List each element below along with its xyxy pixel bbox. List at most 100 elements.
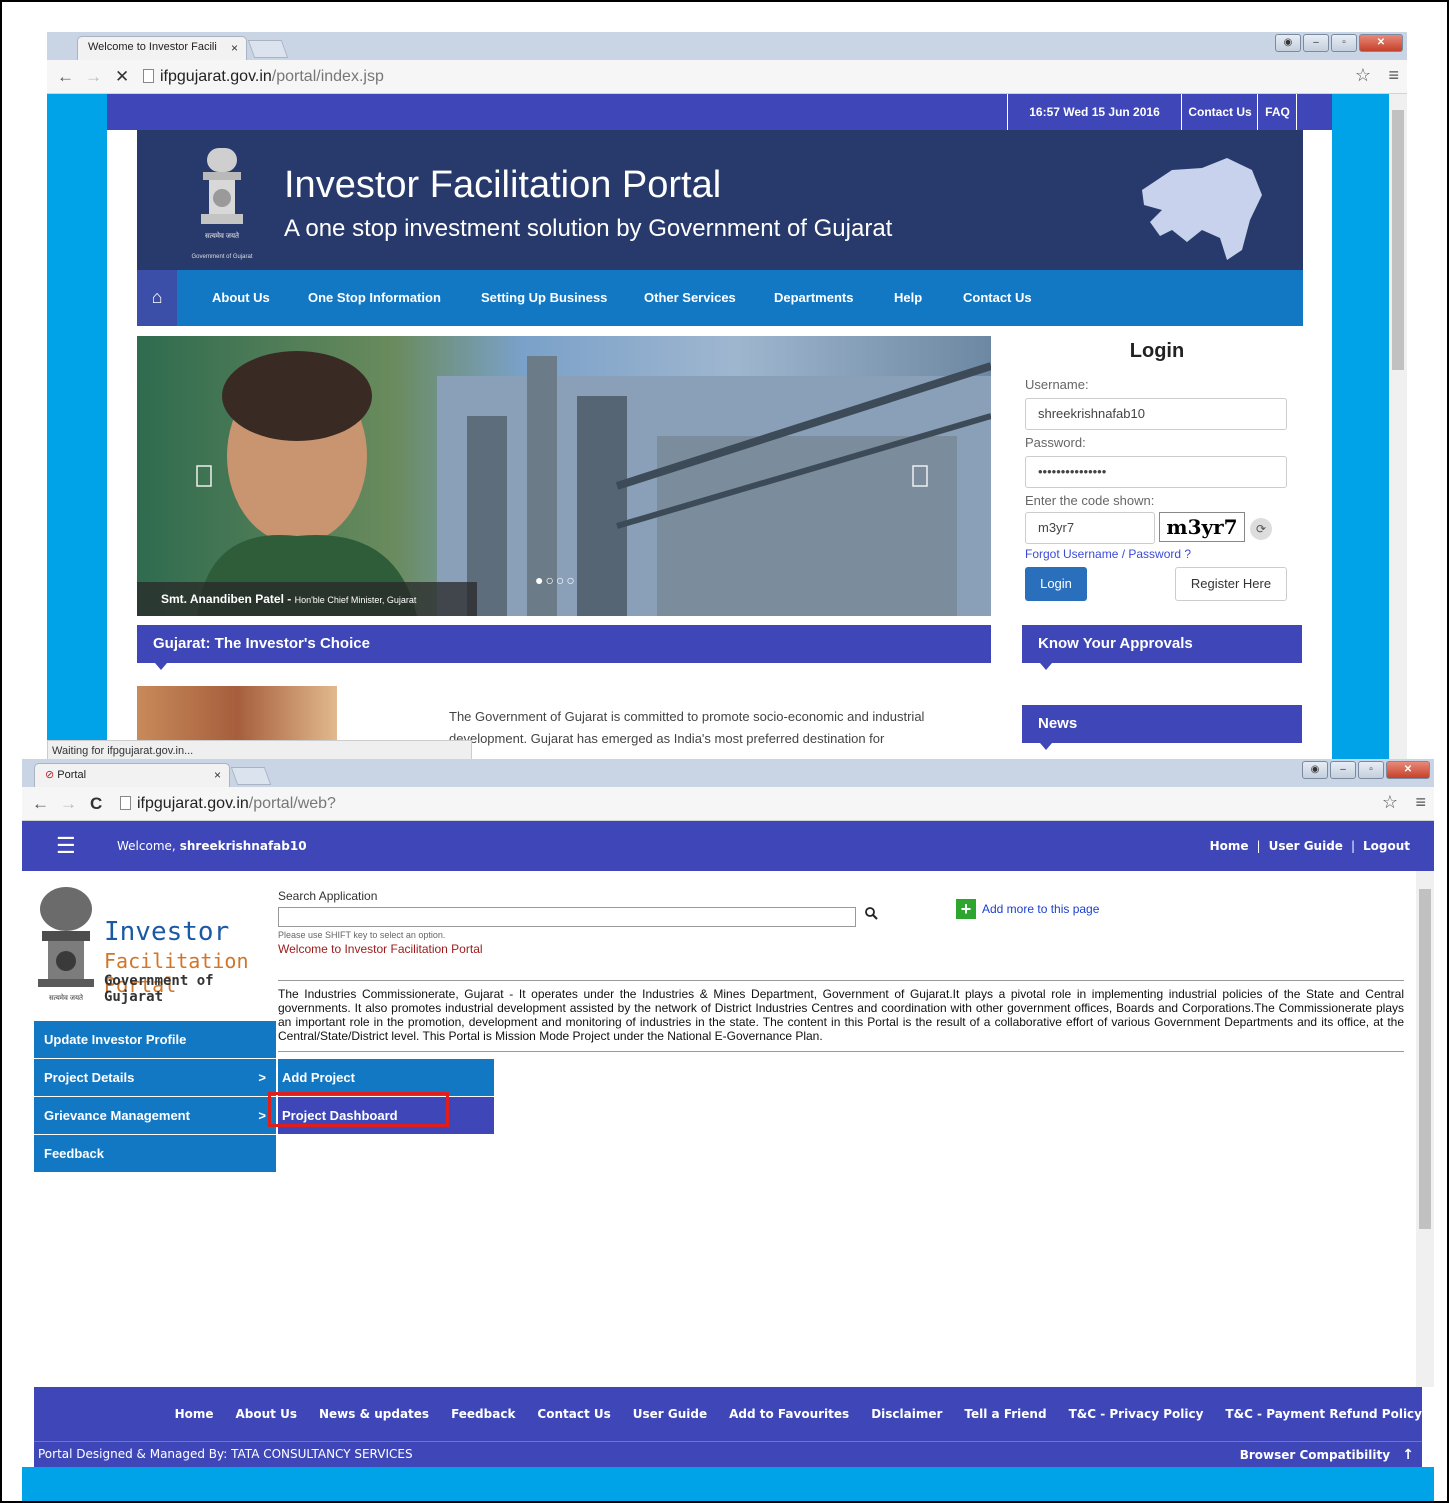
- vertical-scrollbar[interactable]: [1389, 94, 1407, 762]
- divider: [278, 980, 1404, 981]
- footer-tell-friend-link[interactable]: Tell a Friend: [964, 1407, 1046, 1421]
- faq-link[interactable]: FAQ: [1259, 94, 1297, 130]
- header-home-link[interactable]: Home: [1210, 839, 1249, 853]
- back-arrow-icon[interactable]: ←: [57, 67, 74, 87]
- stop-loading-icon[interactable]: ✕: [115, 67, 129, 87]
- header-logout-link[interactable]: Logout: [1363, 839, 1410, 853]
- search-input[interactable]: [278, 907, 856, 927]
- minimize-button[interactable]: –: [1303, 34, 1329, 52]
- nav-setting-up-business[interactable]: Setting Up Business: [481, 270, 607, 326]
- menu-grievance-management[interactable]: Grievance Management >: [34, 1097, 276, 1135]
- footer-refund-link[interactable]: T&C - Payment Refund Policy: [1225, 1407, 1422, 1421]
- user-icon[interactable]: ◉: [1275, 34, 1301, 52]
- close-window-button[interactable]: ✕: [1359, 34, 1403, 52]
- footer-contact-link[interactable]: Contact Us: [537, 1407, 610, 1421]
- address-bar[interactable]: ifpgujarat.gov.in/portal/web?: [120, 792, 336, 816]
- address-bar[interactable]: ifpgujarat.gov.in/portal/index.jsp: [143, 65, 384, 89]
- logo-line-1: Investor: [104, 917, 230, 947]
- bookmark-star-icon[interactable]: ☆: [1355, 65, 1371, 86]
- bookmark-star-icon[interactable]: ☆: [1382, 792, 1398, 813]
- forward-arrow-icon[interactable]: →: [85, 67, 102, 87]
- browser-window-1: Welcome to Investor Facili × ◉ – ▫ ✕ ← →…: [47, 32, 1407, 762]
- footer-feedback-link[interactable]: Feedback: [451, 1407, 515, 1421]
- footer-credit: Portal Designed & Managed By: TATA CONSU…: [38, 1447, 413, 1461]
- footer-home-link[interactable]: Home: [175, 1407, 214, 1421]
- refresh-captcha-icon[interactable]: ⟳: [1250, 518, 1272, 540]
- nav-help[interactable]: Help: [894, 270, 922, 326]
- footer-disclaimer-link[interactable]: Disclaimer: [871, 1407, 942, 1421]
- username-input[interactable]: shreekrishnafab10: [1025, 398, 1287, 430]
- search-hint: Please use SHIFT key to select an option…: [278, 930, 446, 940]
- menu-icon[interactable]: ≡: [1415, 792, 1426, 813]
- emblem-caption: Government of Gujarat: [191, 254, 253, 260]
- header-user-guide-link[interactable]: User Guide: [1269, 839, 1343, 853]
- menu-icon[interactable]: ≡: [1388, 65, 1399, 86]
- tab-close-icon[interactable]: ×: [231, 41, 238, 55]
- new-tab-button[interactable]: [230, 767, 272, 785]
- screenshot-frame: Welcome to Investor Facili × ◉ – ▫ ✕ ← →…: [0, 0, 1449, 1503]
- know-approvals-header[interactable]: Know Your Approvals: [1022, 625, 1302, 670]
- menu-feedback[interactable]: Feedback: [34, 1135, 276, 1173]
- page-viewport: ☰ Welcome, shreekrishnafab10 Home | User Gu…: [22, 821, 1434, 1501]
- footer-favourites-link[interactable]: Add to Favourites: [729, 1407, 849, 1421]
- welcome-label: Welcome,: [117, 839, 176, 853]
- register-button[interactable]: Register Here: [1175, 567, 1287, 601]
- browser-window-2: ⊘ Portal × ◉ – ▫ ✕ ← → C ifpgujarat.gov.…: [22, 759, 1434, 1501]
- news-header: News: [1022, 705, 1302, 750]
- menu-update-investor-profile[interactable]: Update Investor Profile: [34, 1021, 276, 1059]
- maximize-button[interactable]: ▫: [1331, 34, 1357, 52]
- scrollbar-thumb[interactable]: [1419, 889, 1431, 1229]
- window-controls: ◉ – ▫ ✕: [1302, 761, 1430, 781]
- add-more-link[interactable]: + Add more to this page: [956, 899, 1099, 919]
- reload-icon[interactable]: C: [90, 794, 102, 814]
- window-controls: ◉ – ▫ ✕: [1275, 34, 1403, 54]
- portal-header: ☰ Welcome, shreekrishnafab10 Home | User Gu…: [22, 821, 1434, 871]
- login-button[interactable]: Login: [1025, 567, 1087, 601]
- footer-news-link[interactable]: News & updates: [319, 1407, 429, 1421]
- browser-tab-portal[interactable]: ⊘ Portal ×: [34, 763, 230, 787]
- minimize-button[interactable]: –: [1330, 761, 1356, 779]
- nav-departments[interactable]: Departments: [774, 270, 853, 326]
- up-arrow-icon[interactable]: ↑: [1402, 1447, 1414, 1463]
- maximize-button[interactable]: ▫: [1358, 761, 1384, 779]
- footer-privacy-link[interactable]: T&C - Privacy Policy: [1069, 1407, 1204, 1421]
- search-icon[interactable]: [862, 906, 880, 924]
- gujarat-map-icon: [1142, 158, 1262, 260]
- vertical-scrollbar[interactable]: [1416, 871, 1434, 1387]
- tab-strip: Welcome to Investor Facili × ◉ – ▫ ✕: [47, 32, 1407, 60]
- scrollbar-thumb[interactable]: [1392, 110, 1404, 370]
- nav-one-stop-information[interactable]: One Stop Information: [308, 270, 441, 326]
- hamburger-menu-icon[interactable]: ☰: [56, 833, 76, 859]
- state-emblem: सत्यमेव जयते Government of Gujarat: [187, 142, 257, 260]
- browser-compat-label: Browser Compatibility: [1239, 1448, 1391, 1462]
- nav-other-services[interactable]: Other Services: [644, 270, 736, 326]
- forward-arrow-icon[interactable]: →: [60, 794, 77, 814]
- new-tab-button[interactable]: [247, 40, 289, 58]
- nav-contact-us[interactable]: Contact Us: [963, 270, 1032, 326]
- user-icon[interactable]: ◉: [1302, 761, 1328, 779]
- browser-compat[interactable]: Browser Compatibility ↑: [1240, 1447, 1414, 1463]
- forgot-credentials-link[interactable]: Forgot Username / Password ?: [1025, 547, 1191, 561]
- image-slider[interactable]: Smt. Anandiben Patel - Hon'ble Chief Min…: [137, 336, 991, 616]
- top-contact-link[interactable]: Contact Us: [1183, 94, 1258, 130]
- caption-role: Hon'ble Chief Minister, Gujarat: [294, 595, 417, 605]
- menu-project-details[interactable]: Project Details >: [34, 1059, 276, 1097]
- url-path: /portal/index.jsp: [271, 68, 384, 85]
- nav-about-us[interactable]: About Us: [212, 270, 270, 326]
- page-icon: [120, 796, 131, 810]
- browser-tab-welcome[interactable]: Welcome to Investor Facili ×: [77, 36, 247, 60]
- footer-user-guide-link[interactable]: User Guide: [633, 1407, 707, 1421]
- slider-dots[interactable]: ●○○○: [535, 572, 577, 588]
- footer-about-link[interactable]: About Us: [236, 1407, 297, 1421]
- tab-close-icon[interactable]: ×: [214, 768, 221, 782]
- back-arrow-icon[interactable]: ←: [32, 794, 49, 814]
- close-window-button[interactable]: ✕: [1386, 761, 1430, 779]
- slider-caption: Smt. Anandiben Patel - Hon'ble Chief Min…: [137, 582, 477, 616]
- captcha-input[interactable]: m3yr7: [1025, 512, 1155, 544]
- browser-toolbar: ← → C ifpgujarat.gov.in/portal/web? ☆ ≡: [22, 787, 1434, 821]
- home-icon[interactable]: ⌂: [137, 270, 177, 326]
- login-panel: Login Username: shreekrishnafab10 Passwo…: [1022, 336, 1307, 616]
- intro-paragraph: The Government of Gujarat is committed t…: [449, 709, 925, 746]
- password-input[interactable]: •••••••••••••••: [1025, 456, 1287, 488]
- svg-text:सत्यमेव जयते: सत्यमेव जयते: [49, 993, 84, 1002]
